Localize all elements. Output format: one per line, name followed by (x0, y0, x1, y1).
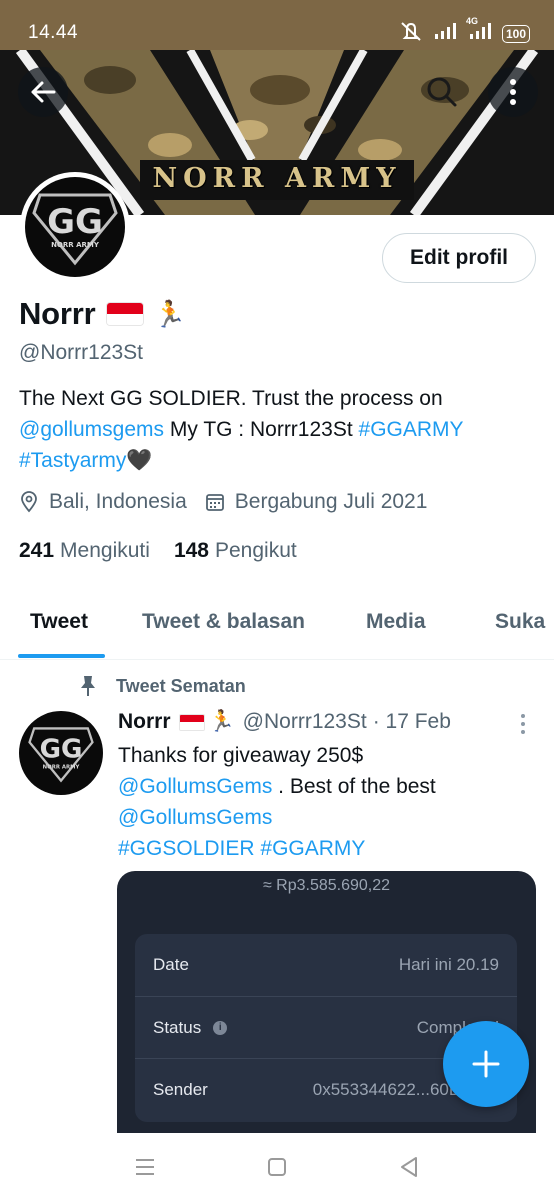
system-nav-bar (0, 1133, 554, 1200)
media-row-label: Status (153, 1017, 202, 1037)
profile-tabs: Tweet Tweet & balasan Media Suka (0, 588, 554, 660)
battery-level: 100 (505, 26, 526, 41)
home-button[interactable] (264, 1154, 290, 1180)
tab-tweet[interactable]: Tweet (30, 610, 88, 634)
pinned-label: Tweet Sematan (78, 674, 246, 698)
more-vertical-icon (510, 79, 516, 105)
media-row-value: Hari ini 20.19 (398, 955, 499, 974)
edit-profile-button[interactable]: Edit profil (382, 233, 536, 283)
tweet-date: · 17 Feb (372, 710, 451, 733)
tweet-mention-2[interactable]: @GollumsGems (118, 806, 272, 829)
pinned-text: Tweet Sematan (116, 675, 246, 696)
joined-item: Bergabung Juli 2021 (205, 490, 428, 514)
battery-icon: 100 (501, 24, 530, 43)
back-triangle-icon (401, 1157, 417, 1177)
tweet-header: Norrr 🏃 @Norrr123St · 17 Feb (118, 710, 451, 734)
tweet-avatar-logo-subtext: NORR ARMY (43, 764, 80, 770)
back-button[interactable] (18, 67, 68, 117)
tweet-author-handle[interactable]: @Norrr123St (243, 710, 367, 734)
tweet-avatar-logo-text: GG (40, 735, 83, 765)
joined-text: Bergabung Juli 2021 (234, 490, 428, 513)
tweet-line1: Thanks for giveaway 250$ (118, 744, 364, 767)
mute-icon (398, 20, 424, 47)
signal-4g-icon: 4G (466, 16, 492, 45)
runner-emoji: 🏃 (153, 298, 186, 329)
indonesia-flag-icon (105, 302, 144, 326)
calendar-icon (205, 494, 224, 511)
profile-bio: The Next GG SOLDIER. Trust the process o… (19, 383, 539, 476)
tab-likes[interactable]: Suka (495, 610, 545, 634)
tweet-line2: . Best of the best (272, 775, 436, 798)
gg-logo-icon: GG NORR ARMY (28, 727, 94, 783)
followers-label: Pengikut (214, 539, 297, 562)
search-button[interactable] (417, 67, 467, 117)
profile-handle: @Norrr123St (19, 341, 144, 364)
runner-emoji: 🏃 (208, 710, 235, 733)
network-label: 4G (465, 16, 478, 26)
profile-avatar[interactable]: GG NORR ARMY (20, 172, 130, 282)
tweet-text: Thanks for giveaway 250$ @GollumsGems . … (118, 740, 538, 864)
following-count: 241 (19, 539, 55, 562)
follow-counts: 241 Mengikuti 148 Pengikut (19, 539, 321, 563)
bio-hashtag-tastyarmy[interactable]: #Tastyarmy (19, 449, 126, 472)
menu-lines-icon (136, 1159, 154, 1175)
status-time: 14.44 (28, 22, 79, 43)
tab-tweet-replies[interactable]: Tweet & balasan (142, 610, 305, 634)
media-amount: ≈ Rp3.585.690,22 (262, 877, 391, 894)
profile-name: Norrr (19, 296, 96, 331)
back-nav-button[interactable] (396, 1154, 422, 1180)
gg-logo-icon: GG NORR ARMY (32, 193, 118, 266)
tweet-author-name[interactable]: Norrr (118, 710, 171, 734)
tweet-mention-1[interactable]: @GollumsGems (118, 775, 272, 798)
followers-link[interactable]: 148 Pengikut (174, 539, 297, 563)
tweet-hashtag-ggsoldier[interactable]: #GGSOLDIER (118, 837, 255, 860)
avatar-image: GG NORR ARMY (25, 177, 125, 277)
active-tab-indicator (18, 654, 105, 658)
search-icon (427, 77, 457, 107)
back-arrow-icon (31, 81, 56, 103)
profile-name-row: Norrr 🏃 (19, 296, 186, 332)
followers-count: 148 (173, 539, 209, 562)
following-link[interactable]: 241 Mengikuti (19, 539, 150, 563)
recent-apps-button[interactable] (132, 1154, 158, 1180)
location-item: Bali, Indonesia (19, 490, 187, 514)
bio-hashtag-ggarmy[interactable]: #GGARMY (359, 418, 464, 441)
following-label: Mengikuti (60, 539, 150, 562)
bio-tg-text: My TG : Norrr123St (164, 418, 359, 441)
status-icons: 4G 100 (398, 16, 530, 47)
tab-media[interactable]: Media (366, 610, 426, 634)
tweet-author-avatar[interactable]: GG NORR ARMY (19, 711, 103, 795)
black-heart-emoji: 🖤 (126, 449, 153, 472)
profile-meta: Bali, Indonesia Bergabung Juli 2021 (19, 490, 445, 514)
bio-text: The Next GG SOLDIER. Trust the process o… (19, 387, 443, 410)
location-text: Bali, Indonesia (49, 490, 187, 513)
plus-icon (472, 1050, 500, 1078)
indonesia-flag-icon (178, 713, 205, 731)
home-square-icon (268, 1158, 286, 1176)
media-row-label: Sender (153, 1079, 208, 1099)
info-icon: i (213, 1020, 228, 1035)
signal-icon (434, 22, 456, 45)
media-row-date: Date Hari ini 20.19 (135, 934, 517, 996)
avatar-logo-text: GG (47, 202, 103, 242)
pin-icon (81, 676, 95, 696)
avatar-logo-subtext: NORR ARMY (51, 241, 100, 249)
status-bar: 14.44 4G 100 (0, 0, 554, 50)
more-options-button[interactable] (488, 67, 538, 117)
compose-tweet-button[interactable] (443, 1021, 529, 1107)
location-pin-icon (21, 491, 37, 513)
media-row-label: Date (153, 955, 189, 974)
tweet-more-button[interactable] (513, 712, 533, 736)
bio-mention-link[interactable]: @gollumsgems (19, 418, 164, 441)
tweet-hashtag-ggarmy[interactable]: #GGARMY (260, 837, 365, 860)
